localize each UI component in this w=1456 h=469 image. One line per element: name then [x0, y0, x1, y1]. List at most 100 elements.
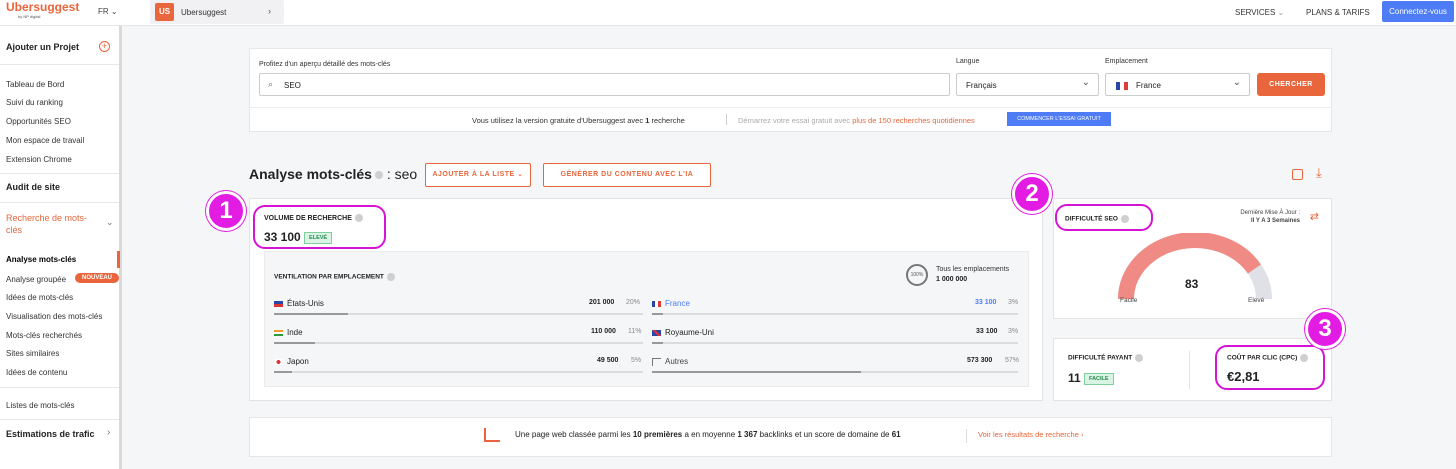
nav-services[interactable]: SERVICES ⌄: [1235, 8, 1284, 17]
sidebar-item-content-ideas[interactable]: Idées de contenu: [6, 368, 67, 377]
project-badge: US: [155, 3, 174, 21]
location-value: 33 100: [976, 328, 998, 335]
help-icon[interactable]: [386, 273, 395, 281]
ventilation-label-text: VENTILATION PAR EMPLACEMENT: [274, 273, 384, 281]
location-pct: 11%: [628, 328, 642, 335]
location-country: Inde: [287, 328, 303, 337]
location-bar: [274, 342, 643, 344]
trial-text-part: Démarrez votre essai gratuit avec: [738, 116, 853, 125]
sidebar-item-workspace[interactable]: Mon espace de travail: [6, 136, 84, 145]
location-country: Autres: [665, 357, 689, 366]
generate-content-button[interactable]: GÉNÉRER DU CONTENU AVEC L'IA: [543, 163, 711, 187]
sidebar-item-similar-sites[interactable]: Sites similaires: [6, 349, 59, 358]
paid-difficulty-label: DIFFICULTÉ PAYANT: [1068, 354, 1144, 362]
chevron-down-icon: ⌄: [1081, 77, 1090, 88]
location-pct: 20%: [626, 299, 641, 306]
all-locations-label: Tous les emplacements: [936, 266, 1010, 273]
highlight-volume: [253, 205, 386, 249]
sidebar-item-chrome-extension[interactable]: Extension Chrome: [6, 155, 72, 164]
paid-difficulty-number: 11: [1068, 371, 1081, 385]
japan-flag-icon: [274, 358, 283, 365]
nav-plans[interactable]: PLANS & TARIFS: [1306, 8, 1370, 17]
summary-part: backlinks et un: [757, 430, 815, 439]
location-select[interactable]: France ⌄: [1105, 73, 1250, 96]
language-selector[interactable]: FR ⌄: [98, 7, 118, 16]
ventilation-label: VENTILATION PAR EMPLACEMENT: [274, 273, 395, 281]
project-selector[interactable]: US Ubersuggest ›: [150, 0, 284, 24]
sidebar-item-searched-keywords[interactable]: Mots-clés recherchés: [6, 331, 82, 340]
start-trial-button[interactable]: COMMENCER L'ESSAI GRATUIT: [1007, 112, 1111, 126]
all-locations-value: 1 000 000: [936, 276, 968, 283]
sidebar-item-keyword-lists[interactable]: Listes de mots-clés: [6, 401, 74, 410]
chevron-down-icon[interactable]: ⌄: [106, 217, 114, 228]
location-bar: [274, 371, 643, 373]
language-code: FR: [98, 7, 109, 16]
summary-part: Une page web classée parmi les: [515, 430, 633, 439]
last-update-value: Il Y A 3 Semaines: [1250, 218, 1300, 224]
chevron-down-icon: ⌄: [110, 7, 118, 16]
language-select[interactable]: Français ⌄: [956, 73, 1099, 96]
nav-services-label: SERVICES: [1235, 8, 1276, 17]
connect-button[interactable]: Connectez-vous: [1382, 1, 1454, 22]
chevron-down-icon: ⌄: [1232, 77, 1241, 88]
ventilation-panel: VENTILATION PAR EMPLACEMENT 100% Tous le…: [264, 251, 1029, 387]
help-icon[interactable]: [374, 171, 383, 180]
search-button[interactable]: CHERCHER: [1257, 73, 1325, 96]
location-pct: 3%: [1008, 299, 1019, 306]
view-results-link[interactable]: Voir les résultats de recherche ›: [978, 430, 1083, 439]
sidebar-item-bulk-analysis[interactable]: Analyse groupée: [6, 275, 66, 284]
highlight-seo-difficulty: [1055, 204, 1153, 231]
location-row: États-Unis: [274, 299, 324, 308]
sidebar-item-keyword-visualization[interactable]: Visualisation des mots-clés: [6, 312, 102, 321]
language-label: Langue: [956, 58, 980, 65]
search-icon: ⌕: [268, 79, 274, 89]
annotation-3: 3: [1305, 309, 1345, 349]
free-text-part: Vous utilisez la version gratuite d'Uber…: [472, 116, 646, 125]
paid-difficulty-label-text: DIFFICULTÉ PAYANT: [1068, 354, 1133, 362]
sidebar-item-seo-opportunities[interactable]: Opportunités SEO: [6, 117, 71, 126]
us-flag-icon: [274, 300, 283, 307]
sidebar-item-traffic-estimates[interactable]: Estimations de trafic: [6, 429, 95, 439]
sidebar-item-keyword-research[interactable]: Recherche de mots-: [6, 213, 87, 223]
download-icon[interactable]: ⤓: [1316, 165, 1322, 181]
search-label: Profitez d'un aperçu détaillé des mots-c…: [259, 61, 391, 68]
brand-logo[interactable]: Ubersuggest: [6, 0, 79, 14]
edit-icon[interactable]: [1292, 169, 1303, 180]
location-pct: 5%: [631, 357, 642, 364]
seo-difficulty-gauge: [1118, 233, 1272, 300]
sidebar-item-site-audit[interactable]: Audit de site: [6, 182, 60, 192]
summary-bold: 61: [891, 430, 901, 439]
chevron-down-icon: ⌄: [1277, 8, 1285, 17]
help-icon[interactable]: [1135, 354, 1144, 362]
sidebar-item-keyword-ideas[interactable]: Idées de mots-clés: [6, 293, 73, 302]
sidebar-item-ranking[interactable]: Suivi du ranking: [6, 98, 63, 107]
trial-text-highlight: plus de 150 recherches quotidiennes: [852, 116, 975, 125]
add-to-list-button[interactable]: AJOUTER À LA LISTE ⌄: [425, 163, 531, 187]
location-row: Japon: [274, 357, 309, 366]
divider: [0, 419, 119, 420]
chevron-down-icon: ⌄: [517, 171, 524, 178]
search-input[interactable]: ⌕ SEO: [259, 73, 950, 96]
divider: [966, 429, 967, 443]
new-badge: NOUVEAU: [75, 273, 119, 283]
location-bar-fill: [274, 371, 293, 373]
add-circle-icon[interactable]: +: [99, 41, 110, 52]
sidebar-add-project[interactable]: Ajouter un Projet: [6, 42, 79, 52]
sidebar-item-keyword-analysis[interactable]: Analyse mots-clés: [6, 255, 76, 264]
location-bar-fill: [652, 313, 663, 315]
project-name: Ubersuggest: [181, 8, 227, 17]
chevron-right-icon: ›: [1080, 430, 1084, 439]
location-bar-fill: [274, 313, 348, 315]
sidebar-item-dashboard[interactable]: Tableau de Bord: [6, 80, 64, 89]
refresh-icon[interactable]: ⇄: [1310, 210, 1319, 223]
uk-flag-icon: [652, 329, 661, 336]
divider: [0, 387, 119, 388]
divider: [0, 64, 119, 65]
location-value: 33 100: [975, 299, 997, 306]
trial-text: Démarrez votre essai gratuit avec plus d…: [738, 116, 975, 125]
annotation-1: 1: [206, 191, 246, 231]
location-country: Royaume-Uni: [665, 328, 714, 337]
location-select-value: France: [1136, 81, 1161, 90]
location-bar-fill: [652, 342, 663, 344]
search-card: Profitez d'un aperçu détaillé des mots-c…: [249, 48, 1332, 132]
